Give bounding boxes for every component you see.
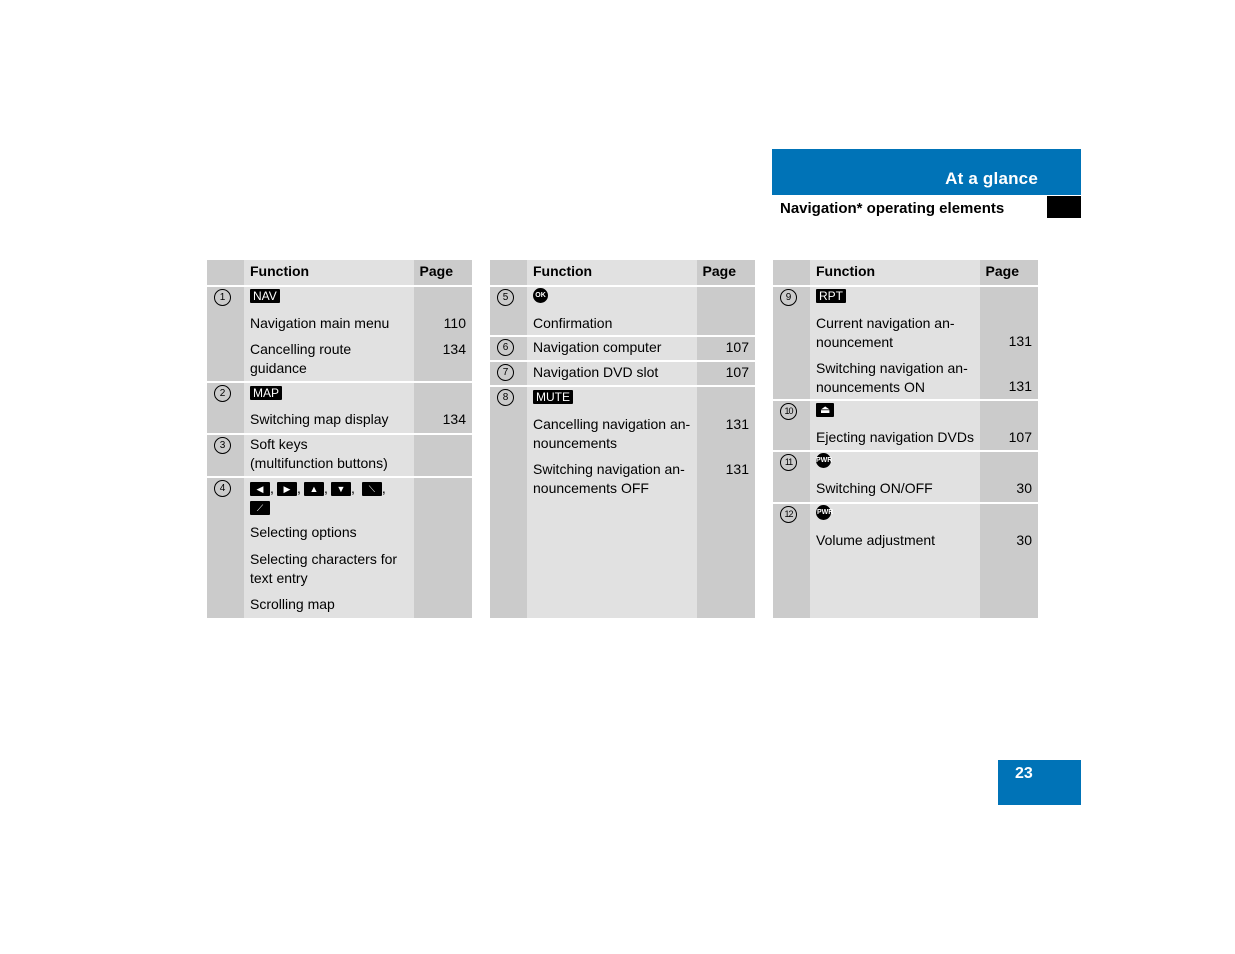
map-key-icon: MAP (250, 386, 283, 400)
table-row: 4 ◀, ▶, ▲, ▼, ⟍, ⟋ Selecting options Selecti… (207, 478, 472, 618)
power-button-icon: PWR (816, 453, 832, 468)
mute-key-icon: MUTE (533, 390, 573, 404)
header-function: Function (816, 263, 876, 279)
item-number: 2 (214, 385, 231, 402)
item-number: 7 (497, 364, 514, 381)
table-row: 10 ⏏ Ejecting navigation DVDs 107 (773, 401, 1038, 450)
right-arrow-key-icon: ▶ (277, 482, 297, 497)
function-text: Navigation DVD slot (533, 364, 659, 380)
section-header-bar: At a glance (772, 149, 1081, 195)
page-ref: 134 (442, 411, 466, 427)
function-text: Cancelling navigation an- nouncements (533, 416, 691, 451)
page-ref: 134 (442, 341, 466, 357)
item-number: 12 (780, 506, 797, 523)
item-number: 3 (214, 437, 231, 454)
function-text: Switching map display (250, 411, 389, 427)
table-row: 6 Navigation computer 107 (490, 337, 755, 360)
table-row: 2 MAP Switching map display 134 (207, 383, 472, 433)
table-row: 11 PWR Switching ON/OFF 30 (773, 452, 1038, 502)
page-ref: 131 (725, 461, 749, 477)
function-text: Soft keys (multifunction buttons) (250, 436, 388, 471)
page-ref: 107 (725, 339, 749, 355)
header-page: Page (985, 263, 1019, 279)
header-function: Function (533, 263, 593, 279)
page-ref: 131 (1008, 378, 1032, 394)
item-number: 8 (497, 389, 514, 406)
page-ref: 30 (1016, 532, 1032, 548)
table-row: 7 Navigation DVD slot 107 (490, 362, 755, 385)
function-text: Navigation computer (533, 339, 662, 355)
page-ref: 107 (1008, 429, 1032, 445)
page-number-box: 23 (998, 760, 1081, 805)
table-row: 5 OK Confirmation (490, 287, 755, 335)
rpt-key-icon: RPT (816, 289, 846, 303)
page-ref: 30 (1016, 480, 1032, 496)
subtitle-marker (1047, 196, 1081, 218)
header-page: Page (419, 263, 453, 279)
table-row: 1 NAV Navigation main menu 110 Cancellin… (207, 287, 472, 381)
function-text: Scrolling map (250, 596, 335, 612)
function-text: Current navigation an- nouncement (816, 315, 955, 350)
left-arrow-key-icon: ◀ (250, 482, 270, 497)
item-number: 6 (497, 339, 514, 356)
table-row: 12 PWR Volume adjustment 30 (773, 504, 1038, 618)
function-text: Confirmation (533, 315, 613, 331)
header-page: Page (702, 263, 736, 279)
function-text: Switching navigation an- nouncements OFF (533, 461, 685, 496)
nav-key-icon: NAV (250, 289, 280, 303)
table-row: 9 RPT Current navigation an- nouncement … (773, 287, 1038, 399)
down-arrow-key-icon: ▼ (331, 482, 351, 497)
section-title: At a glance (945, 169, 1038, 188)
function-text: Volume adjustment (816, 532, 936, 548)
table-header: Function Page (207, 260, 472, 285)
function-text: Switching navigation an- nouncements ON (816, 360, 968, 395)
diagonal-up-key-icon: ⟋ (250, 501, 270, 516)
item-number: 10 (780, 403, 797, 420)
function-table-3: Function Page 9 RPT Current navigation a… (773, 260, 1038, 618)
item-number: 11 (780, 454, 797, 471)
eject-key-icon: ⏏ (816, 403, 835, 417)
diagonal-down-key-icon: ⟍ (361, 482, 382, 497)
function-text: Selecting characters for text entry (250, 551, 398, 586)
table-row: 8 MUTE Cancelling navigation an- nouncem… (490, 387, 755, 618)
page-ref: 110 (443, 315, 466, 331)
function-table-2: Function Page 5 OK Confirmation 6 Naviga… (490, 260, 755, 618)
function-text: Navigation main menu (250, 315, 390, 331)
item-number: 9 (780, 289, 797, 306)
table-row: 3 Soft keys (multifunction buttons) (207, 435, 472, 476)
item-number: 4 (214, 480, 231, 497)
page-number: 23 (1015, 765, 1033, 782)
up-arrow-key-icon: ▲ (304, 482, 324, 497)
function-text: Switching ON/OFF (816, 480, 933, 496)
item-number: 5 (497, 289, 514, 306)
function-text: Selecting options (250, 524, 357, 540)
table-header: Function Page (490, 260, 755, 285)
page-ref: 131 (1008, 333, 1032, 349)
arrow-keys: ◀, ▶, ▲, ▼, ⟍, ⟋ (250, 479, 415, 517)
volume-knob-icon: PWR (816, 505, 833, 520)
function-text: Ejecting navigation DVDs (816, 429, 974, 445)
table-header: Function Page (773, 260, 1038, 285)
ok-button-icon: OK (533, 288, 548, 303)
page-subtitle: Navigation* operating elements (780, 200, 1005, 217)
page-ref: 131 (725, 416, 749, 432)
function-table-1: Function Page 1 NAV Navigation main menu… (207, 260, 472, 618)
item-number: 1 (214, 289, 231, 306)
function-text: Cancelling route guidance (250, 341, 352, 376)
header-function: Function (250, 263, 310, 279)
page-ref: 107 (725, 364, 749, 380)
